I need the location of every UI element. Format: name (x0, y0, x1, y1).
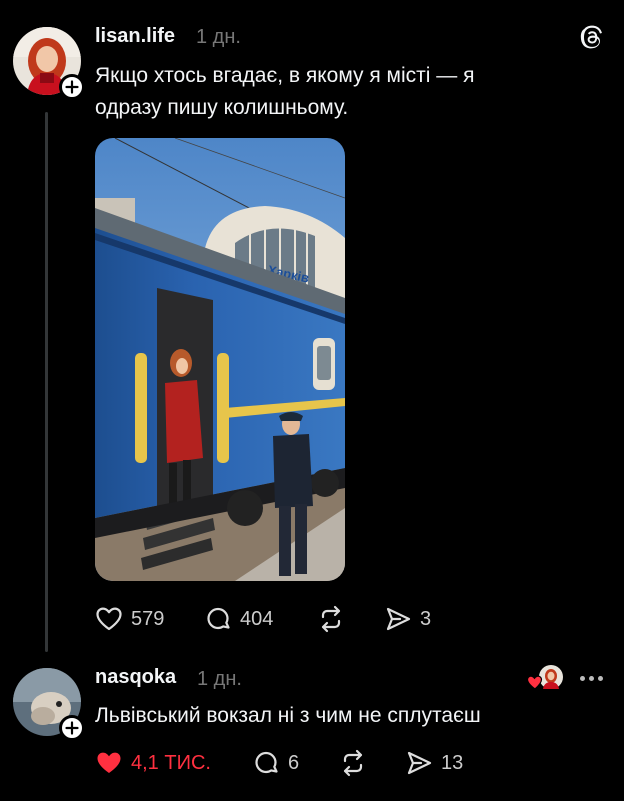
plus-icon (65, 80, 79, 94)
thread-connector-line (45, 112, 48, 652)
reply-share-count: 13 (441, 751, 464, 774)
post-photo[interactable]: Харків (95, 138, 345, 581)
post-share-button[interactable]: 3 (384, 605, 431, 633)
reply-comment-button[interactable]: 6 (252, 749, 299, 777)
author-liked-indicator (526, 664, 564, 692)
post-repost-button[interactable] (316, 605, 346, 633)
reply-follow-plus-button[interactable] (59, 715, 85, 741)
post-comment-count: 404 (240, 607, 274, 630)
post-text: Якщо хтось вгадає, в якому я місті — я о… (95, 60, 474, 124)
send-icon (407, 751, 432, 775)
reply-text: Львівський вокзал ні з чим не сплутаєш (95, 704, 481, 727)
reply-comment-count: 6 (288, 751, 300, 774)
more-dots-icon[interactable] (577, 668, 605, 688)
follow-plus-button[interactable] (59, 74, 85, 100)
reply-repost-button[interactable] (338, 749, 368, 777)
reply-like-button[interactable]: 4,1 тис. (95, 749, 211, 777)
post-text-line-1: Якщо хтось вгадає, в якому я місті — я (95, 64, 475, 87)
post-like-button[interactable]: 579 (95, 605, 164, 633)
post-text-line-2: одразу пишу колишньому. (95, 96, 349, 119)
repost-icon (321, 605, 341, 633)
post-username[interactable]: lisan.life (95, 25, 175, 48)
reply-share-button[interactable]: 13 (405, 749, 463, 777)
comment-bubble-icon (207, 607, 230, 630)
heart-filled-icon (97, 752, 121, 773)
small-heart-icon (526, 675, 543, 690)
comment-bubble-icon (255, 751, 278, 774)
send-icon (386, 607, 411, 631)
post-comment-button[interactable]: 404 (204, 605, 273, 633)
heart-icon (96, 607, 122, 631)
reply-timestamp: 1 дн. (197, 668, 242, 690)
threads-logo-icon[interactable] (578, 24, 606, 52)
post-like-count: 579 (131, 607, 165, 630)
reply-username[interactable]: nasqoka (95, 666, 176, 689)
plus-icon (65, 721, 79, 735)
post-share-count: 3 (420, 607, 432, 630)
reply-like-count: 4,1 тис. (131, 751, 211, 774)
post-timestamp: 1 дн. (196, 26, 241, 48)
repost-icon (343, 749, 363, 777)
